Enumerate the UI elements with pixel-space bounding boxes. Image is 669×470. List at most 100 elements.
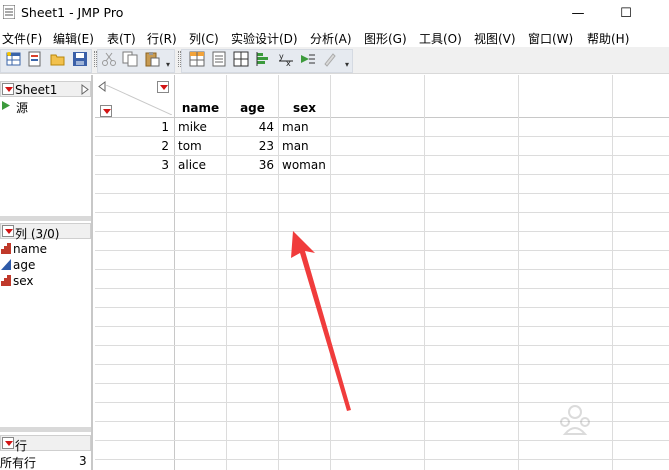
menu-doe[interactable]: 实验设计(D) (231, 30, 298, 47)
new-script-icon[interactable] (27, 51, 43, 67)
cell-sex[interactable]: man (282, 120, 309, 134)
row-divider (95, 250, 669, 251)
column-name-label: age (13, 258, 36, 272)
columns-count-label: 列 (3/0) (15, 227, 60, 241)
column-item-name[interactable]: name (0, 241, 91, 257)
menu-graph[interactable]: 图形(G) (364, 30, 407, 47)
panel-splitter[interactable] (0, 427, 91, 432)
column-item-age[interactable]: age (0, 257, 91, 273)
menu-table[interactable]: 表(T) (107, 30, 136, 47)
toolbar-overflow-icon[interactable]: ▾ (345, 60, 349, 69)
row-number[interactable]: 3 (95, 158, 169, 172)
fit-model-icon[interactable] (300, 51, 316, 67)
column-divider (226, 75, 227, 470)
columns-panel-header[interactable]: 列 (3/0) (0, 223, 91, 241)
row-divider (95, 155, 669, 156)
row-number[interactable]: 2 (95, 139, 169, 153)
cell-name[interactable]: alice (178, 158, 206, 172)
menu-bar: 文件(F) 编辑(E) 表(T) 行(R) 列(C) 实验设计(D) 分析(A)… (0, 27, 669, 47)
minimize-button[interactable]: — (555, 0, 601, 27)
toolbar-overflow-icon[interactable]: ▾ (166, 60, 170, 69)
row-divider (95, 231, 669, 232)
column-header-name[interactable]: name (175, 101, 226, 115)
title-bar: Sheet1 - JMP Pro — ☐ (0, 0, 669, 27)
play-script-icon[interactable] (1, 100, 11, 111)
row-divider (95, 174, 669, 175)
maximize-button[interactable]: ☐ (603, 0, 649, 27)
maximize-icon: ☐ (620, 6, 632, 21)
rows-menu-dropdown-icon[interactable] (2, 437, 14, 449)
column-item-sex[interactable]: sex (0, 273, 91, 289)
data-table-icon[interactable] (189, 51, 205, 67)
svg-text:y: y (279, 52, 284, 61)
rows-panel-header[interactable]: 行 (0, 435, 91, 453)
source-script-row[interactable]: 源 (0, 98, 91, 115)
row-divider (95, 136, 669, 137)
continuous-column-icon (1, 259, 11, 270)
column-list-icon[interactable] (211, 51, 227, 67)
copy-icon[interactable] (122, 51, 138, 67)
menu-file[interactable]: 文件(F) (2, 30, 42, 47)
fit-y-by-x-icon[interactable]: y x (278, 51, 294, 67)
close-button[interactable] (650, 0, 669, 27)
menu-rows[interactable]: 行(R) (147, 30, 177, 47)
column-divider (424, 75, 425, 470)
column-header-age[interactable]: age (227, 101, 278, 115)
cell-sex[interactable]: man (282, 139, 309, 153)
columns-menu-dropdown-icon[interactable] (2, 225, 14, 237)
table-panel-header[interactable]: Sheet1 (0, 81, 91, 97)
rows-panel-label: 行 (15, 439, 28, 453)
jmp-app-icon (3, 5, 15, 19)
toolbar-grip[interactable] (94, 51, 97, 67)
all-rows-item[interactable]: 所有行 3 (0, 453, 91, 470)
row-divider (95, 459, 669, 460)
menu-view[interactable]: 视图(V) (474, 30, 516, 47)
grid-view-icon[interactable] (233, 51, 249, 67)
cell-name[interactable]: mike (178, 120, 207, 134)
column-header-sex[interactable]: sex (279, 101, 330, 115)
open-file-icon[interactable] (50, 51, 66, 67)
left-panel: Sheet1 源 列 (3/0) name age sex 行 所有行 3 (0, 75, 93, 470)
all-rows-count: 3 (79, 454, 87, 468)
row-divider (95, 326, 669, 327)
row-divider (95, 193, 669, 194)
row-divider (95, 269, 669, 270)
menu-window[interactable]: 窗口(W) (528, 30, 573, 47)
rows-dropdown-icon[interactable] (100, 105, 112, 117)
menu-help[interactable]: 帮助(H) (587, 30, 629, 47)
collapse-arrow-icon[interactable] (81, 84, 89, 95)
row-divider (95, 440, 669, 441)
menu-tools[interactable]: 工具(O) (419, 30, 462, 47)
column-divider (278, 75, 279, 470)
baidu-watermark-logo (560, 405, 590, 435)
panel-splitter[interactable] (0, 216, 91, 221)
menu-cols[interactable]: 列(C) (189, 30, 219, 47)
edit-pencil-icon[interactable] (322, 51, 338, 67)
cell-age[interactable]: 44 (227, 120, 274, 134)
distribution-icon[interactable] (255, 51, 271, 67)
paste-icon[interactable] (144, 51, 160, 67)
nominal-column-icon (1, 243, 11, 254)
cell-name[interactable]: tom (178, 139, 202, 153)
toolbar: ▾ y x ▾ (0, 47, 669, 74)
row-number[interactable]: 1 (95, 120, 169, 134)
save-icon[interactable] (72, 51, 88, 67)
menu-analyze[interactable]: 分析(A) (310, 30, 352, 47)
cell-age[interactable]: 23 (227, 139, 274, 153)
row-divider (95, 288, 669, 289)
columns-dropdown-icon[interactable] (157, 81, 169, 93)
new-data-table-icon[interactable] (6, 51, 22, 67)
cell-sex[interactable]: woman (282, 158, 326, 172)
column-name-label: name (13, 242, 48, 256)
menu-edit[interactable]: 编辑(E) (53, 30, 94, 47)
all-rows-label: 所有行 (0, 456, 37, 470)
window-title: Sheet1 - JMP Pro (21, 5, 124, 20)
toolbar-grip[interactable] (178, 51, 181, 67)
corner-left-arrow-icon[interactable] (98, 81, 106, 92)
cell-age[interactable]: 36 (227, 158, 274, 172)
row-divider (95, 364, 669, 365)
cut-icon[interactable] (101, 51, 117, 67)
annotation-arrow (291, 231, 351, 411)
table-menu-dropdown-icon[interactable] (2, 83, 14, 95)
row-divider (95, 212, 669, 213)
